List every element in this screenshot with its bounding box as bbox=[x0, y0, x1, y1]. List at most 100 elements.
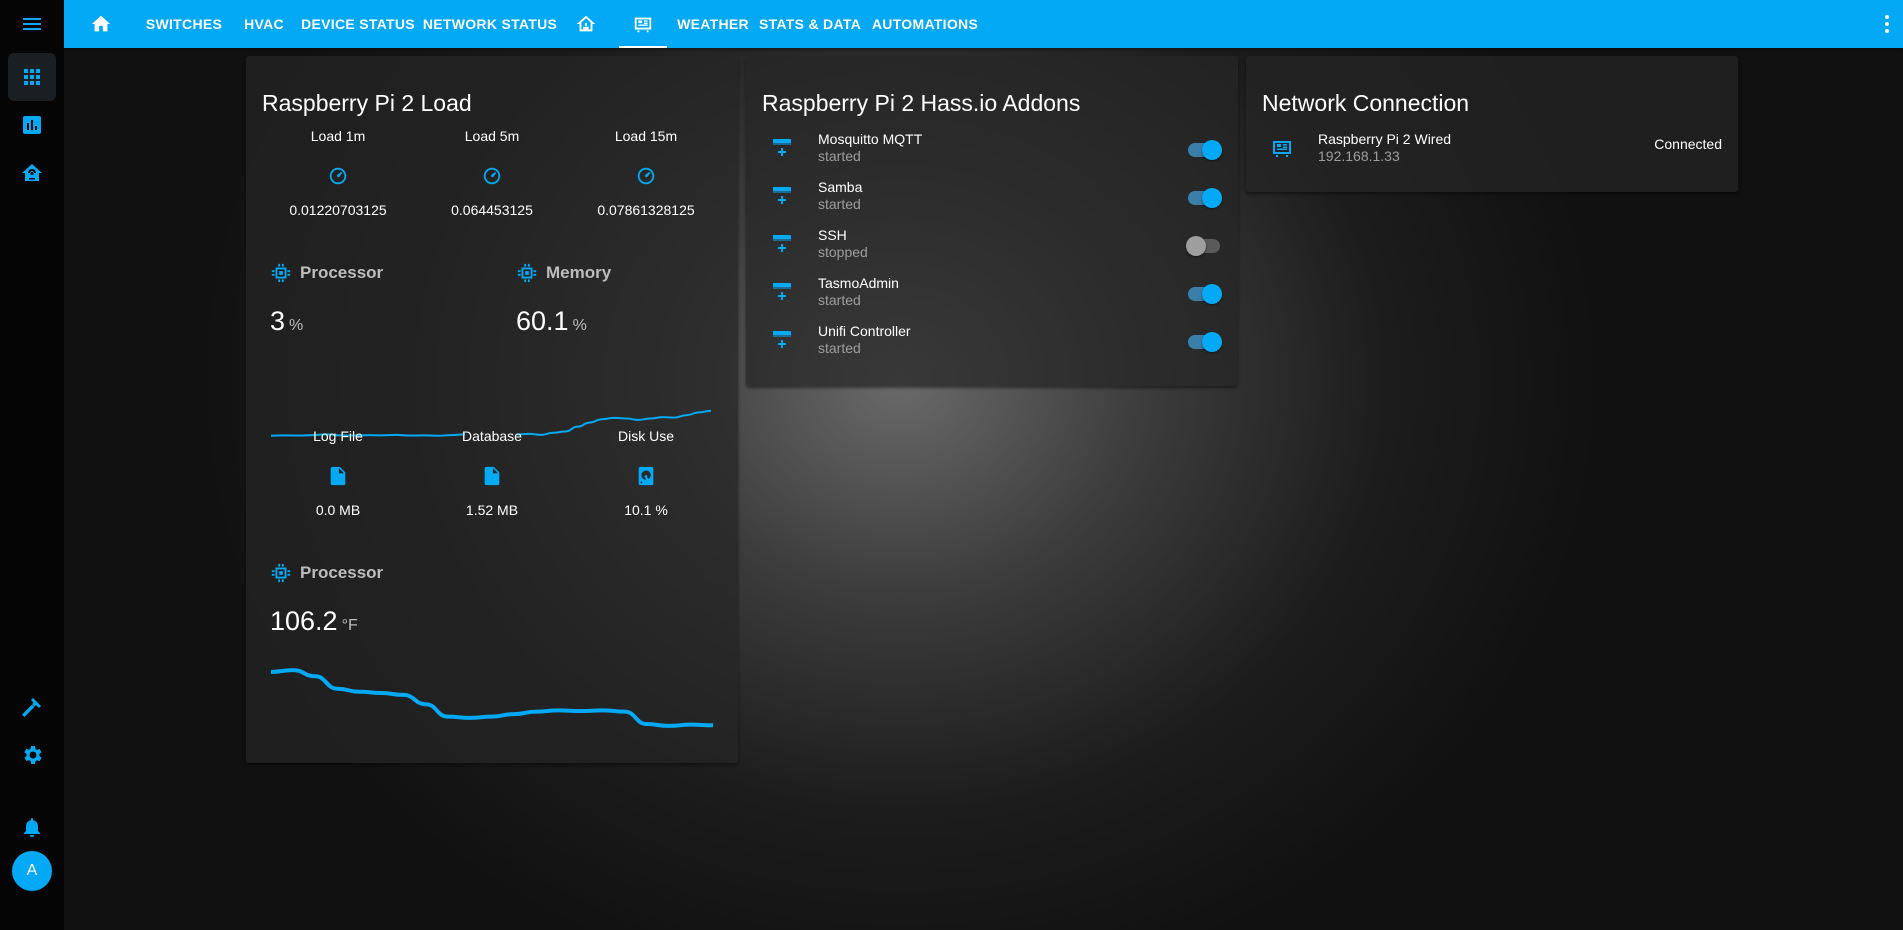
temperature-history-graph bbox=[270, 668, 714, 728]
addon-name: TasmoAdmin bbox=[818, 275, 899, 291]
addon-state: started bbox=[818, 292, 861, 308]
addon-row-tasmoadmin[interactable]: TasmoAdmin started bbox=[746, 270, 1238, 318]
hammer-icon bbox=[22, 698, 41, 717]
network-card: Network Connection Raspberry Pi 2 Wired … bbox=[1246, 56, 1738, 192]
sensor-value: 106.2 bbox=[270, 606, 338, 636]
sidebar-item-overview[interactable] bbox=[8, 53, 56, 101]
addon-name: SSH bbox=[818, 227, 847, 243]
sensor-name: Processor bbox=[300, 263, 384, 282]
addon-name: Unifi Controller bbox=[818, 323, 911, 339]
addon-toggle[interactable] bbox=[1186, 332, 1222, 352]
addon-toggle[interactable] bbox=[1186, 188, 1222, 208]
file-icon bbox=[330, 466, 346, 486]
chip-icon bbox=[517, 263, 537, 283]
entity-name: Disk Use bbox=[617, 428, 674, 444]
entity-value: 0.0 MB bbox=[315, 502, 361, 518]
tab-raspberry-pi[interactable] bbox=[619, 0, 667, 48]
harddisk-icon bbox=[638, 466, 654, 486]
memory-sensor-header[interactable]: Memory bbox=[516, 262, 611, 284]
overflow-menu-button[interactable] bbox=[1875, 12, 1899, 36]
sensor-unit: % bbox=[572, 317, 587, 334]
tab-home[interactable] bbox=[82, 0, 120, 48]
entity-value: 0.064453125 bbox=[451, 202, 533, 218]
processor-temperature-header[interactable]: Processor bbox=[270, 562, 383, 584]
tab-hvac[interactable]: HVAC bbox=[236, 0, 292, 48]
gauge-icon bbox=[483, 167, 501, 185]
card-title: Network Connection bbox=[1262, 90, 1470, 116]
sidebar-item-energy[interactable] bbox=[8, 149, 56, 197]
processor-sensor-header[interactable]: Processor bbox=[270, 262, 383, 284]
log-file-item[interactable]: Log File 0.0 MB bbox=[262, 428, 414, 518]
entity-name: Raspberry Pi 2 Wired bbox=[1318, 131, 1452, 147]
entity-name: Load 15m bbox=[614, 128, 678, 144]
addons-card: Raspberry Pi 2 Hass.io Addons Mosquitto … bbox=[746, 56, 1238, 386]
addon-toggle[interactable] bbox=[1186, 236, 1222, 256]
entity-name: Log File bbox=[313, 428, 363, 444]
raspberry-pi-icon bbox=[634, 17, 652, 33]
home-icon bbox=[91, 15, 111, 32]
menu-button[interactable] bbox=[8, 0, 56, 48]
sidebar-item-settings[interactable] bbox=[8, 731, 56, 779]
server-plus-icon bbox=[773, 331, 791, 348]
addon-state: started bbox=[818, 196, 861, 212]
server-plus-icon bbox=[773, 187, 791, 204]
chip-icon bbox=[271, 263, 291, 283]
network-entity-row[interactable]: Raspberry Pi 2 Wired 192.168.1.33 Connec… bbox=[1246, 126, 1738, 174]
addon-row-mosquitto[interactable]: Mosquitto MQTT started bbox=[746, 126, 1238, 174]
memory-value: 60.1% bbox=[516, 306, 587, 337]
card-title: Raspberry Pi 2 Hass.io Addons bbox=[762, 90, 1081, 116]
addon-row-unifi[interactable]: Unifi Controller started bbox=[746, 318, 1238, 366]
raspberry-pi-icon bbox=[1273, 141, 1291, 157]
menu-icon bbox=[23, 18, 41, 30]
home-network-icon bbox=[576, 15, 596, 32]
entity-value: 0.01220703125 bbox=[289, 202, 387, 218]
gauge-icon bbox=[637, 167, 655, 185]
top-toolbar: SWITCHES HVAC DEVICE STATUS NETWORK STAT… bbox=[64, 0, 1903, 48]
view-dashboard-icon bbox=[24, 69, 40, 85]
entity-name: Database bbox=[462, 428, 522, 444]
user-avatar[interactable]: A bbox=[12, 851, 52, 891]
addon-state: started bbox=[818, 148, 861, 164]
entity-value: 10.1 % bbox=[624, 502, 668, 518]
entity-ip: 192.168.1.33 bbox=[1318, 148, 1400, 164]
server-plus-icon bbox=[773, 139, 791, 156]
gauge-icon bbox=[329, 167, 347, 185]
bell-icon bbox=[24, 818, 40, 837]
sensor-value: 60.1 bbox=[516, 306, 569, 336]
server-plus-icon bbox=[773, 283, 791, 300]
addon-row-ssh[interactable]: SSH stopped bbox=[746, 222, 1238, 270]
addon-toggle[interactable] bbox=[1186, 140, 1222, 160]
tab-device-status[interactable]: DEVICE STATUS bbox=[298, 0, 418, 48]
load-1m-item[interactable]: Load 1m 0.01220703125 bbox=[262, 128, 414, 218]
sidebar-item-notifications[interactable] bbox=[8, 803, 56, 851]
addon-row-samba[interactable]: Samba started bbox=[746, 174, 1238, 222]
tab-network-status[interactable]: NETWORK STATUS bbox=[423, 0, 557, 48]
sidebar-item-developer-tools[interactable] bbox=[8, 683, 56, 731]
sidebar-item-history[interactable] bbox=[8, 101, 56, 149]
sensor-name: Processor bbox=[300, 563, 384, 582]
card-title: Raspberry Pi 2 Load bbox=[262, 90, 472, 116]
sensor-unit: °F bbox=[341, 617, 358, 634]
server-plus-icon bbox=[773, 235, 791, 252]
processor-value: 3% bbox=[270, 306, 303, 337]
tab-switches[interactable]: SWITCHES bbox=[142, 0, 226, 48]
load-5m-item[interactable]: Load 5m 0.064453125 bbox=[416, 128, 568, 218]
tab-home-network[interactable] bbox=[568, 0, 604, 48]
chip-icon bbox=[271, 563, 291, 583]
sensor-value: 3 bbox=[270, 306, 286, 336]
tab-stats-data[interactable]: STATS & DATA bbox=[758, 0, 862, 48]
processor-temperature-value: 106.2 °F bbox=[270, 606, 358, 637]
sensor-unit: % bbox=[289, 317, 304, 334]
sensor-name: Memory bbox=[546, 263, 612, 282]
database-item[interactable]: Database 1.52 MB bbox=[416, 428, 568, 518]
disk-use-item[interactable]: Disk Use 10.1 % bbox=[570, 428, 722, 518]
addon-toggle[interactable] bbox=[1186, 284, 1222, 304]
entity-value: 0.07861328125 bbox=[597, 202, 695, 218]
addon-name: Samba bbox=[818, 179, 863, 195]
entity-name: Load 5m bbox=[464, 128, 520, 144]
load-15m-item[interactable]: Load 15m 0.07861328125 bbox=[570, 128, 722, 218]
entity-value: 1.52 MB bbox=[465, 502, 519, 518]
load-card: Raspberry Pi 2 Load Load 1m 0.0122070312… bbox=[246, 56, 738, 763]
tab-weather[interactable]: WEATHER bbox=[676, 0, 750, 48]
tab-automations[interactable]: AUTOMATIONS bbox=[870, 0, 980, 48]
